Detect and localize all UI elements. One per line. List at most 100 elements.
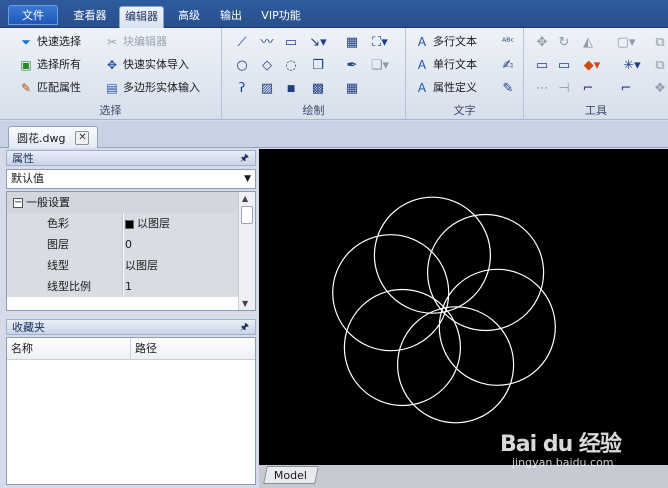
quick-select-label: 快速选择 [37,35,81,48]
measure-icon[interactable]: ⊣ [554,79,574,99]
scroll-up-icon[interactable]: ▲ [242,194,248,203]
curve-icon[interactable]: ʔ [232,79,252,99]
region-dropdown-icon[interactable]: ⛶▾ [370,33,390,53]
hatch-icon[interactable]: ▨ [257,79,277,99]
menu-tab-vip[interactable]: VIP功能 [254,6,308,28]
menu-tab-viewer[interactable]: 查看器 [64,6,116,28]
scroll-down-icon[interactable]: ▼ [242,299,248,308]
ribbon-group-select: ⏷ 快速选择 ▣ 选择所有 ✎ 匹配属性 ✂ 块编辑器 ✥ 快速实体导入 ▤ 多… [0,28,222,120]
import-icon: ✥ [106,58,118,72]
properties-scrollbar[interactable]: ▲ ▼ [238,192,255,310]
properties-panel-header: 属性 🖈 [6,150,256,166]
table-icon[interactable]: ▦ [342,79,362,99]
text-style-icon[interactable]: ᴬᴮᶜ [498,33,518,53]
color-picker-dropdown-icon[interactable]: ◆▾ [582,56,602,76]
fillet-icon[interactable]: ⌐ [578,79,598,99]
menu-tab-output[interactable]: 输出 [212,6,250,28]
drawing-canvas[interactable]: Model [259,149,668,488]
property-row-layer[interactable]: 图层 0 [7,234,239,255]
property-category-general[interactable]: − 一般设置 [7,192,239,213]
single-text-button[interactable]: Ａ 单行文本 [414,55,477,75]
menu-tab-file[interactable]: 文件 [8,5,58,25]
layout-tab-bar: Model [259,465,668,488]
rectangle-icon[interactable]: ▭ [281,33,301,53]
block-editor-icon: ✂ [106,35,118,49]
polygon-input-icon: ▤ [106,81,118,95]
pin-icon[interactable]: 🖈 [240,320,249,335]
model-layout-tab-label: Model [274,469,308,482]
match-properties-button[interactable]: ✎ 匹配属性 [18,78,81,98]
polyline-icon[interactable]: 〰 [257,33,277,53]
ribbon-group-tools-label: 工具 [585,104,607,117]
flower-of-life-drawing[interactable] [259,149,668,465]
line-icon[interactable]: ⟋ [232,33,252,53]
polygon-entity-input-button[interactable]: ▤ 多边形实体输入 [104,78,200,98]
property-value: 0 [124,234,239,255]
property-key: 色彩 [7,213,123,234]
properties-dropdown-icon[interactable]: ▢▾ [616,33,636,53]
point-icon[interactable]: ■ [281,79,301,99]
wand-dropdown-icon[interactable]: ✳▾ [622,56,642,76]
snap-icon[interactable]: ❖ [650,79,668,99]
property-row-color[interactable]: 色彩 以图层 [7,213,239,234]
block-dropdown-icon[interactable]: ❏▾ [370,56,390,76]
menu-tab-editor[interactable]: 编辑器 [119,6,164,28]
ribbon-group-text-label: 文字 [453,104,476,117]
ribbon-group-tools: ✥ ↻ ◭ ▢▾ ⧉ ▭ ▭ ◆▾ ✳▾ ⧉ ⋯ ⊣ ⌐ ⌐ ❖ 工具 [524,28,668,120]
text-note-icon[interactable]: ✎ [498,79,518,99]
pin-icon[interactable]: 🖈 [240,151,249,166]
block-editor-label: 块编辑器 [123,35,167,48]
collapse-icon[interactable]: − [13,198,23,208]
stack-icon[interactable]: ⧉ [650,56,668,76]
layout-icon[interactable]: ▭ [554,56,574,76]
select-all-label: 选择所有 [37,58,81,71]
select-all-button[interactable]: ▣ 选择所有 [18,55,81,75]
model-layout-tab[interactable]: Model [263,466,319,484]
block-editor-button[interactable]: ✂ 块编辑器 [104,32,167,52]
ellipse-icon[interactable]: ◌ [281,56,301,76]
brush-icon: ✎ [20,81,32,95]
select-all-icon: ▣ [20,58,32,72]
quick-select-button[interactable]: ⏷ 快速选择 [18,32,81,52]
ribbon-group-select-label: 选择 [99,104,122,117]
property-value: 1 [124,276,239,297]
spline-dropdown-icon[interactable]: ↘▾ [308,33,328,53]
move-icon[interactable]: ✥ [532,33,552,53]
copy-icon[interactable]: ❐ [308,56,328,76]
circle-icon[interactable]: ○ [232,56,252,76]
rotate-icon[interactable]: ↻ [554,33,574,53]
chevron-down-icon[interactable]: ▼ [244,170,251,188]
property-row-linetype[interactable]: 线型 以图层 [7,255,239,276]
mirror-icon[interactable]: ◭ [578,33,598,53]
polygon-entity-input-label: 多边形实体输入 [123,81,200,94]
image-icon[interactable]: ▦ [342,33,362,53]
chamfer-icon[interactable]: ⌐ [616,79,636,99]
favorites-column-path[interactable]: 路径 [131,338,255,360]
ribbon-group-draw: ⟋ 〰 ▭ ↘▾ ▦ ⛶▾ ○ ◇ ◌ ❐ ✒ ❏▾ ʔ ▨ ■ ▩ ▦ 绘制 [222,28,406,120]
menu-bar: 文件 查看器 编辑器 高级 输出 VIP功能 [0,0,668,28]
text-edit-icon[interactable]: ✍ [498,56,518,76]
mtext-button[interactable]: Ａ 多行文本 [414,32,477,52]
group-icon[interactable]: ⧉ [650,33,668,53]
favorites-column-name[interactable]: 名称 [7,338,131,360]
properties-selector[interactable]: 默认值 ▼ [6,169,256,189]
attribute-definition-button[interactable]: Ａ 属性定义 [414,78,477,98]
quick-entity-import-button[interactable]: ✥ 快速实体导入 [104,55,189,75]
menu-tab-advanced[interactable]: 高级 [170,6,208,28]
properties-selector-value: 默认值 [11,172,44,185]
property-key: 线型比例 [7,276,123,297]
pen-icon[interactable]: ✒ [342,56,362,76]
ribbon: ⏷ 快速选择 ▣ 选择所有 ✎ 匹配属性 ✂ 块编辑器 ✥ 快速实体导入 ▤ 多… [0,28,668,120]
mtext-label: 多行文本 [433,35,477,48]
dots-icon[interactable]: ⋯ [532,79,552,99]
property-key: 图层 [7,234,123,255]
scroll-thumb[interactable] [241,206,253,224]
insert-image-icon[interactable]: ▩ [308,79,328,99]
favorites-panel-title: 收藏夹 [12,321,45,334]
arc-icon[interactable]: ◇ [257,56,277,76]
document-tab[interactable]: 圆花.dwg ✕ [8,126,98,148]
window-icon[interactable]: ▭ [532,56,552,76]
properties-grid: − 一般设置 色彩 以图层 图层 0 线型 以图层 线型比例 1 ▲ ▼ [6,191,256,311]
close-icon[interactable]: ✕ [75,130,90,145]
property-row-linetype-scale[interactable]: 线型比例 1 [7,276,239,297]
